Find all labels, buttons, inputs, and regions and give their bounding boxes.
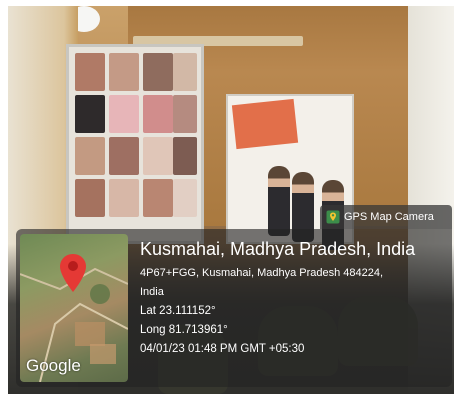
address-line-1: 4P67+FGG, Kusmahai, Madhya Pradesh 48422… [140,267,384,279]
poster-tile [173,95,197,133]
collage-poster [66,44,204,244]
location-info: Kusmahai, Madhya Pradesh, India 4P67+FGG… [140,238,448,359]
poster-tile [75,137,105,175]
google-logo-text: Google [26,356,81,375]
longitude: Long 81.713961° [140,324,228,336]
poster-tile [109,53,139,91]
location-title: Kusmahai, Madhya Pradesh, India [140,239,416,259]
poster-tile [109,179,139,217]
address-line-2: India [140,286,164,298]
poster-tile [173,53,197,91]
gps-tag-label: GPS Map Camera [344,211,434,223]
poster-tile [109,95,139,133]
poster-tile [143,137,173,175]
gps-map-camera-tag: GPS Map Camera [320,205,452,229]
map-pin-icon [326,210,340,224]
poster-banner [231,98,299,150]
poster-tile [109,137,139,175]
poster-tile [173,137,197,175]
poster-tile [75,53,105,91]
poster-tile [143,53,173,91]
poster-tile [75,179,105,217]
latitude: Lat 23.111152° [140,305,216,317]
mini-map: Google [20,234,128,382]
poster-figure [268,166,290,236]
location-pin-icon [60,254,86,292]
poster-tile [143,179,173,217]
poster-tile [143,95,173,133]
poster-tile [173,179,197,217]
datetime-stamp: 04/01/23 01:48 PM GMT +05:30 [140,343,305,355]
poster-tile [75,95,105,133]
